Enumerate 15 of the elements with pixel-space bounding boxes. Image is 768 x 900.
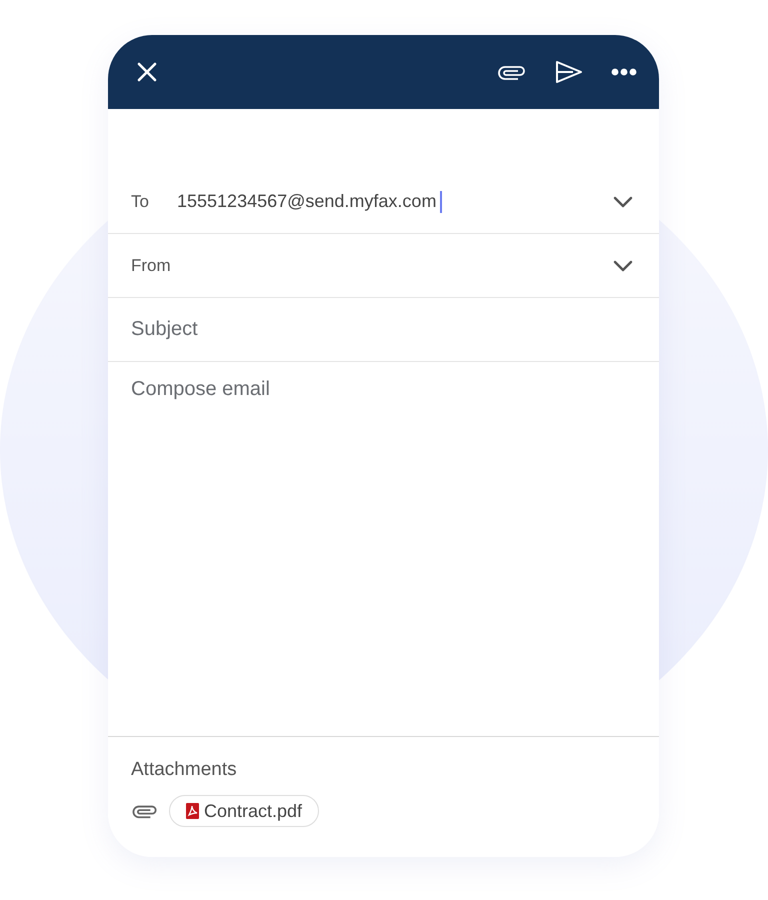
recipient-field[interactable]: 15551234567@send.myfax.com: [177, 190, 613, 212]
paperclip-icon: [497, 63, 527, 81]
more-icon: [611, 68, 637, 76]
chevron-down-icon[interactable]: [613, 196, 633, 208]
to-label: To: [131, 192, 150, 212]
pdf-icon: [186, 803, 199, 819]
body-field[interactable]: Compose email: [108, 362, 659, 737]
chevron-down-icon[interactable]: [613, 260, 633, 272]
from-label: From: [131, 256, 172, 276]
attachment-chip[interactable]: Contract.pdf: [169, 795, 320, 827]
close-icon: [136, 61, 158, 83]
send-icon: [555, 60, 583, 84]
attachments-heading: Attachments: [131, 759, 238, 781]
subject-field[interactable]: Subject: [108, 298, 659, 362]
paperclip-icon: [131, 803, 159, 819]
